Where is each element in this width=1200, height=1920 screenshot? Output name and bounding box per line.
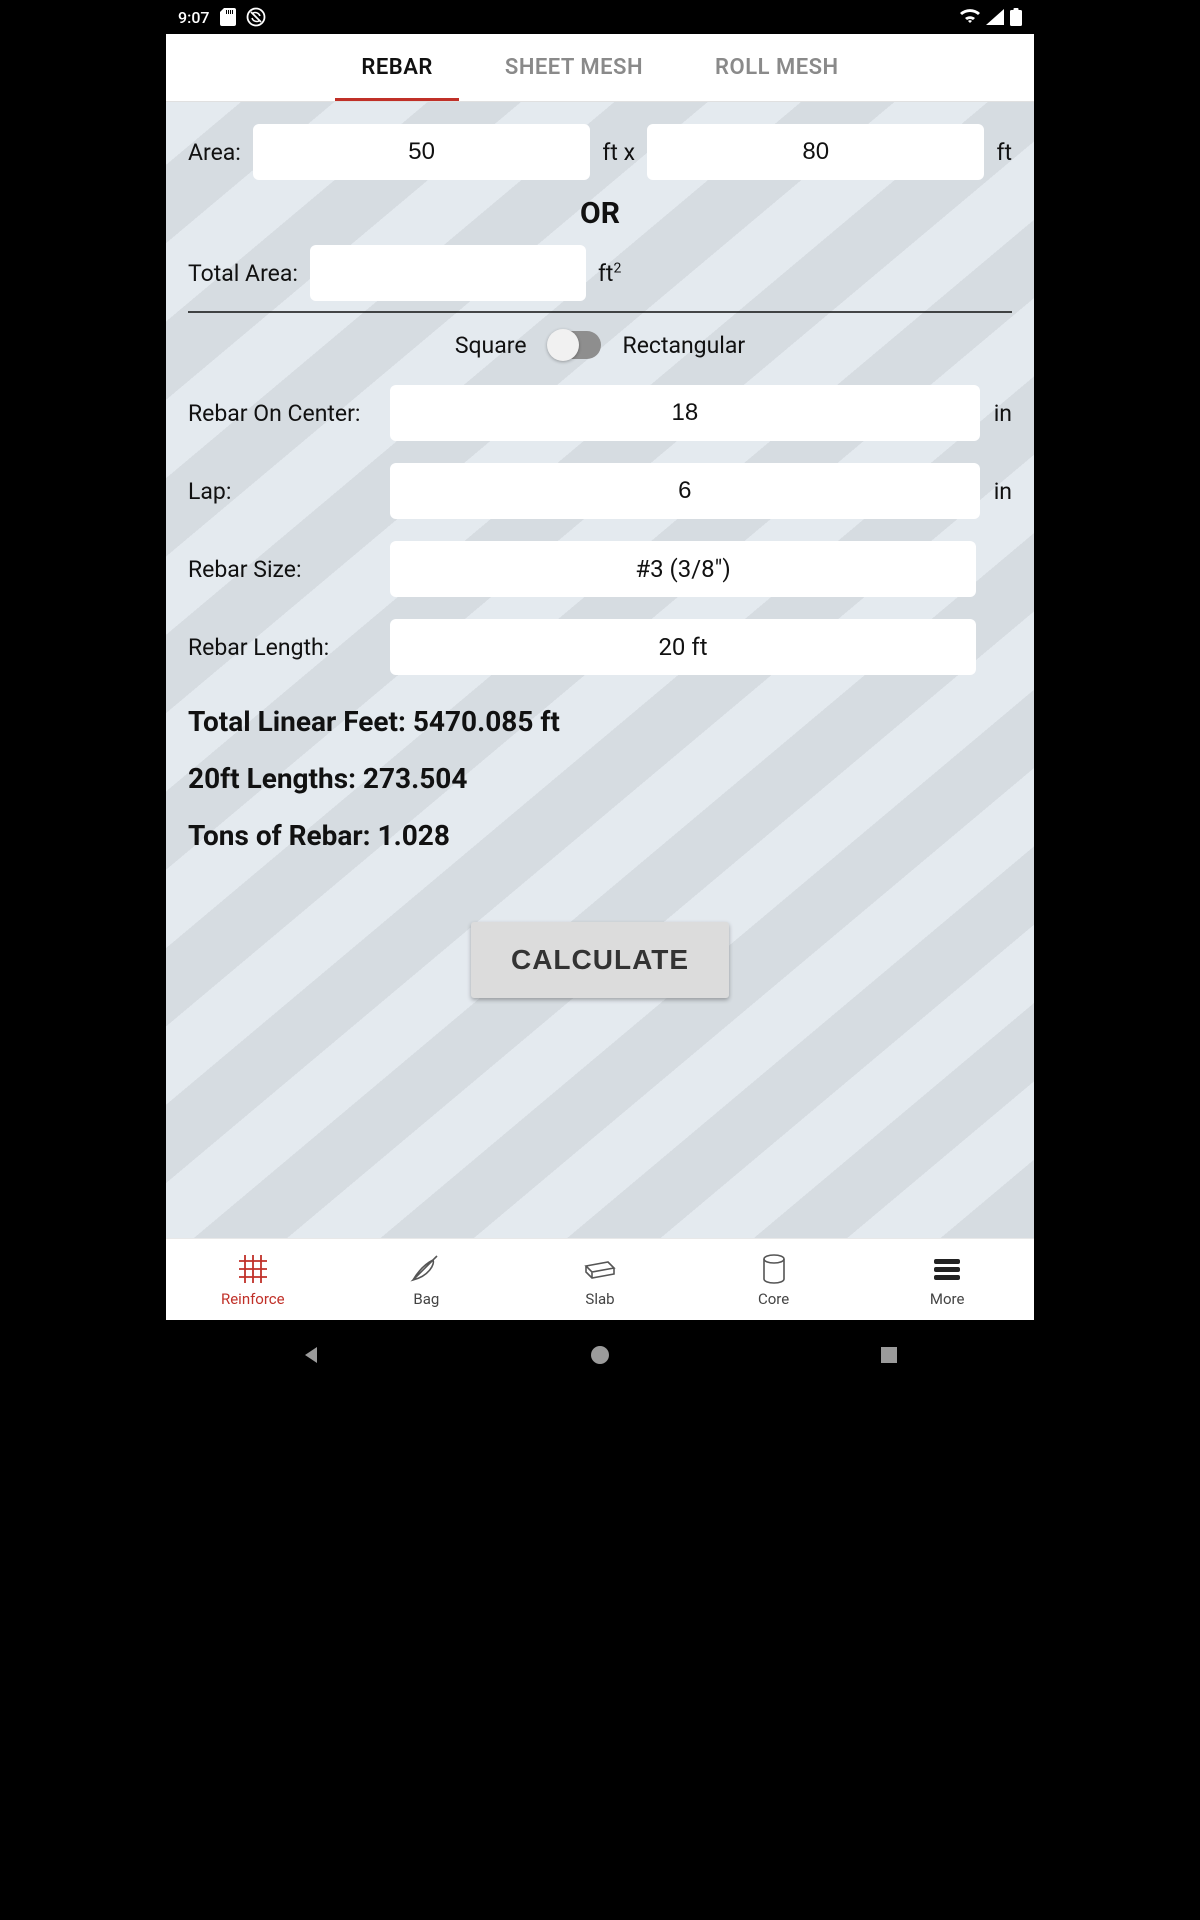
lap-label: Lap: bbox=[188, 478, 376, 505]
sys-home-button[interactable] bbox=[570, 1325, 630, 1385]
cylinder-icon bbox=[761, 1252, 787, 1286]
rebar-on-center-input[interactable] bbox=[390, 385, 980, 441]
tab-bar: REBAR SHEET MESH ROLL MESH bbox=[166, 34, 1034, 102]
calculate-button[interactable]: CALCULATE bbox=[471, 922, 729, 998]
rebar-length-select[interactable]: 20 ft bbox=[390, 619, 976, 675]
nav-reinforce[interactable]: Reinforce bbox=[166, 1239, 340, 1320]
result-tons: Tons of Rebar: 1.028 bbox=[188, 819, 1012, 852]
shape-toggle[interactable] bbox=[549, 331, 601, 359]
wifi-icon bbox=[960, 9, 980, 25]
status-time: 9:07 bbox=[178, 8, 210, 27]
nav-reinforce-label: Reinforce bbox=[221, 1290, 285, 1308]
menu-icon bbox=[932, 1252, 962, 1286]
area-width-unit: ft x bbox=[602, 139, 635, 166]
area-length-unit: ft bbox=[996, 139, 1012, 166]
area-width-input[interactable] bbox=[253, 124, 590, 180]
nav-more-label: More bbox=[930, 1290, 965, 1308]
area-label: Area: bbox=[188, 139, 241, 166]
sys-back-button[interactable] bbox=[281, 1325, 341, 1385]
tab-sheet-mesh[interactable]: SHEET MESH bbox=[489, 35, 659, 100]
nav-core-label: Core bbox=[758, 1290, 789, 1308]
result-total-linear-feet: Total Linear Feet: 5470.085 ft bbox=[188, 705, 1012, 738]
rebar-on-center-label: Rebar On Center: bbox=[188, 400, 376, 427]
square-label: Square bbox=[455, 332, 527, 359]
rebar-size-label: Rebar Size: bbox=[188, 556, 376, 583]
tab-rebar[interactable]: REBAR bbox=[345, 35, 449, 100]
or-label: OR bbox=[188, 196, 1012, 231]
total-area-input[interactable] bbox=[310, 245, 586, 301]
lap-unit: in bbox=[994, 478, 1012, 505]
nav-bag-label: Bag bbox=[413, 1290, 439, 1308]
total-area-unit: ft2 bbox=[598, 260, 621, 287]
main-content: Area: ft x ft OR Total Area: ft2 Square … bbox=[166, 102, 1034, 1238]
battery-icon bbox=[1010, 8, 1022, 26]
divider bbox=[188, 311, 1012, 313]
total-area-label: Total Area: bbox=[188, 260, 298, 287]
result-lengths: 20ft Lengths: 273.504 bbox=[188, 762, 1012, 795]
signal-icon bbox=[986, 9, 1004, 25]
nav-more[interactable]: More bbox=[860, 1239, 1034, 1320]
bottom-nav: Reinforce Bag Slab Core More bbox=[166, 1238, 1034, 1320]
no-sync-icon bbox=[246, 7, 266, 27]
slab-icon bbox=[582, 1252, 618, 1286]
system-nav-bar bbox=[166, 1320, 1034, 1389]
grid-icon bbox=[237, 1252, 269, 1286]
area-length-input[interactable] bbox=[647, 124, 984, 180]
nav-core[interactable]: Core bbox=[687, 1239, 861, 1320]
results: Total Linear Feet: 5470.085 ft 20ft Leng… bbox=[188, 705, 1012, 852]
sd-card-icon bbox=[220, 8, 236, 26]
rebar-on-center-unit: in bbox=[994, 400, 1012, 427]
nav-bag[interactable]: Bag bbox=[340, 1239, 514, 1320]
tab-roll-mesh[interactable]: ROLL MESH bbox=[699, 35, 855, 100]
trowel-icon bbox=[409, 1252, 443, 1286]
sys-recent-button[interactable] bbox=[859, 1325, 919, 1385]
rectangular-label: Rectangular bbox=[623, 332, 746, 359]
nav-slab-label: Slab bbox=[585, 1290, 614, 1308]
status-bar: 9:07 bbox=[166, 0, 1034, 34]
lap-input[interactable] bbox=[390, 463, 980, 519]
rebar-size-select[interactable]: #3 (3/8") bbox=[390, 541, 976, 597]
rebar-length-label: Rebar Length: bbox=[188, 634, 376, 661]
nav-slab[interactable]: Slab bbox=[513, 1239, 687, 1320]
